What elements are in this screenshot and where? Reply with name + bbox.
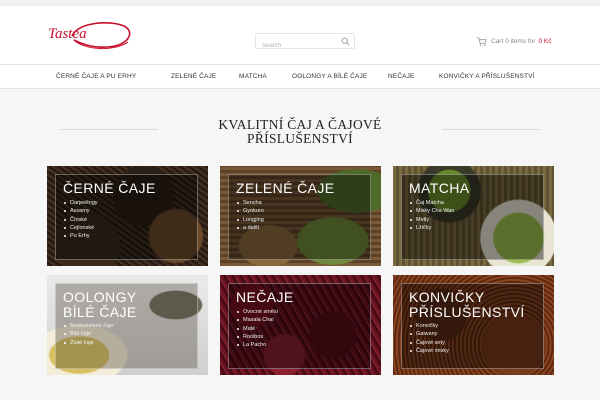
page-title-line-2: PŘÍSLUŠENSTVÍ <box>247 131 353 146</box>
tile-title: ČERNÉ ČAJE <box>63 180 156 196</box>
tile-link[interactable]: Čajové misky <box>409 347 449 355</box>
category-tile-black-teas[interactable]: ČERNÉ ČAJE Darjeelingy Assamy Čínské Cej… <box>47 166 208 266</box>
tile-list: Sencha Gyokuro Longjing a další <box>236 199 264 232</box>
tile-link[interactable]: Gyokuro <box>236 207 264 215</box>
tile-list: Konvičky Gaiwany Čajové sety Čajové misk… <box>409 322 449 355</box>
tile-title: ZELENÉ ČAJE <box>236 180 335 196</box>
tile-overlay: MATCHA Čaj Matcha Misky Cha Wan Metly Lž… <box>401 174 544 260</box>
tile-link[interactable]: Konvičky <box>409 322 449 330</box>
category-tile-green-teas[interactable]: ZELENÉ ČAJE Sencha Gyokuro Longjing a da… <box>220 166 381 266</box>
tile-link[interactable]: Lžičky <box>409 224 454 232</box>
tile-link[interactable]: Žluté čaje <box>63 339 113 347</box>
tile-link[interactable]: Čaj Matcha <box>409 199 454 207</box>
main-nav: ČERNÉ ČAJE A PU ERHY ZELENÉ ČAJE MATCHA … <box>0 64 600 89</box>
category-tile-teapots-accessories[interactable]: KONVIČKY PŘÍSLUŠENSTVÍ Konvičky Gaiwany … <box>393 275 554 375</box>
search-input[interactable] <box>256 39 342 53</box>
tile-list: Darjeelingy Assamy Čínské Cejlonské Pu E… <box>63 199 98 240</box>
tile-link[interactable]: Rooibos <box>236 333 278 341</box>
tile-overlay: OOLONGY BÍLÉ ČAJE Modrozelené čaje Bílé … <box>55 283 198 369</box>
category-tile-oolong-white[interactable]: OOLONGY BÍLÉ ČAJE Modrozelené čaje Bílé … <box>47 275 208 375</box>
tile-link[interactable]: Metly <box>409 216 454 224</box>
tile-link[interactable]: Ovocné směsi <box>236 308 278 316</box>
tile-link[interactable]: Assamy <box>63 207 98 215</box>
tile-link[interactable]: Misky Cha Wan <box>409 207 454 215</box>
tile-link[interactable]: La Pacho <box>236 341 278 349</box>
tile-link[interactable]: Sencha <box>236 199 264 207</box>
nav-item-black-teas[interactable]: ČERNÉ ČAJE A PU ERHY <box>56 73 136 80</box>
cart-label: Cart 0 items for <box>491 37 536 45</box>
nav-item-non-teas[interactable]: NEČAJE <box>388 73 415 80</box>
tile-link[interactable]: Cejlonské <box>63 224 98 232</box>
tile-title: OOLONGY BÍLÉ ČAJE <box>63 289 137 320</box>
tile-link[interactable]: Modrozelené čaje <box>63 322 113 330</box>
header: Tastea Cart 0 items for 0 Kč <box>0 6 600 64</box>
search-icon[interactable] <box>341 37 350 46</box>
category-tile-matcha[interactable]: MATCHA Čaj Matcha Misky Cha Wan Metly Lž… <box>393 166 554 266</box>
page-title: KVALITNÍ ČAJ A ČAJOVÉ PŘÍSLUŠENSTVÍ <box>0 118 600 146</box>
tile-list: Ovocné směsi Masala Chai Maté Rooibos La… <box>236 308 278 349</box>
nav-item-oolong-white[interactable]: OOLONGY A BÍLÉ ČAJE <box>292 73 367 80</box>
tile-list: Čaj Matcha Misky Cha Wan Metly Lžičky <box>409 199 454 232</box>
tile-link[interactable]: Darjeelingy <box>63 199 98 207</box>
logo[interactable]: Tastea <box>44 16 136 56</box>
tile-title: NEČAJE <box>236 289 294 305</box>
search-box <box>255 33 355 53</box>
tile-list: Modrozelené čaje Bílé čaje Žluté čaje <box>63 322 113 347</box>
tile-title: MATCHA <box>409 180 470 196</box>
tile-overlay: KONVIČKY PŘÍSLUŠENSTVÍ Konvičky Gaiwany … <box>401 283 544 369</box>
tile-link[interactable]: Gaiwany <box>409 330 449 338</box>
nav-item-matcha[interactable]: MATCHA <box>239 73 267 80</box>
tile-link[interactable]: Pu Erhy <box>63 232 98 240</box>
tile-link[interactable]: Maté <box>236 325 278 333</box>
cart-amount: 0 Kč <box>538 37 552 45</box>
tile-link[interactable]: Masala Chai <box>236 316 278 324</box>
tile-link[interactable]: Čajové sety <box>409 339 449 347</box>
tile-link[interactable]: a další <box>236 224 264 232</box>
main-content: KVALITNÍ ČAJ A ČAJOVÉ PŘÍSLUŠENSTVÍ ČERN… <box>0 90 600 400</box>
tile-overlay: ČERNÉ ČAJE Darjeelingy Assamy Čínské Cej… <box>55 174 198 260</box>
tile-link[interactable]: Čínské <box>63 216 98 224</box>
tastea-logo-icon: Tastea <box>48 22 131 49</box>
tile-title: KONVIČKY PŘÍSLUŠENSTVÍ <box>409 289 525 320</box>
tile-link[interactable]: Longjing <box>236 216 264 224</box>
category-tile-non-teas[interactable]: NEČAJE Ovocné směsi Masala Chai Maté Roo… <box>220 275 381 375</box>
cart-icon <box>476 36 487 46</box>
svg-text:Tastea: Tastea <box>48 26 87 42</box>
tile-overlay: NEČAJE Ovocné směsi Masala Chai Maté Roo… <box>228 283 371 369</box>
tile-link[interactable]: Bílé čaje <box>63 330 113 338</box>
cart-summary[interactable]: Cart 0 items for 0 Kč <box>476 35 551 47</box>
tile-overlay: ZELENÉ ČAJE Sencha Gyokuro Longjing a da… <box>228 174 371 260</box>
nav-item-teapots-accessories[interactable]: KONVIČKY A PŘÍSLUŠENSTVÍ <box>439 73 535 80</box>
nav-item-green-teas[interactable]: ZELENÉ ČAJE <box>171 73 216 80</box>
page-title-line-1: KVALITNÍ ČAJ A ČAJOVÉ <box>218 117 382 132</box>
